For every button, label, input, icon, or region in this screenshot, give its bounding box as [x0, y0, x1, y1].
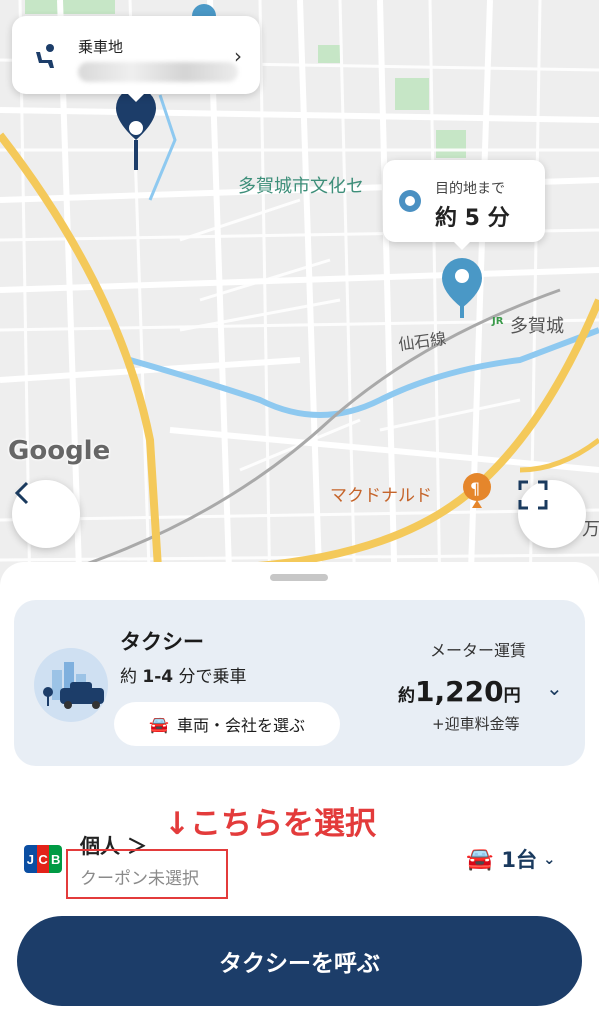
car-count-selector[interactable]: 🚘 1台 ⌄ [466, 844, 556, 874]
back-button[interactable] [12, 480, 80, 548]
card-pointer [126, 92, 146, 102]
annotation-text: ↓こちらを選択 [164, 806, 376, 842]
fullscreen-button[interactable] [518, 480, 586, 548]
destination-dot-icon [399, 190, 421, 212]
car-icon: 🚘 [149, 714, 169, 734]
map-label-culture-center: 多賀城市文化セ [238, 176, 364, 197]
car-icon: 🚘 [466, 846, 494, 872]
taxi-illustration-icon [34, 648, 108, 722]
chevron-down-icon: ⌄ [543, 850, 556, 868]
sheet-handle[interactable] [270, 574, 328, 581]
taxi-type-name: タクシー [120, 630, 204, 654]
destination-eta-label: 目的地まで [435, 181, 505, 197]
choose-vehicle-company-button[interactable]: 🚘 車両・会社を選ぶ [114, 702, 340, 746]
pickup-card[interactable]: 乗車地 › [12, 16, 260, 94]
jcb-card-icon: JCB [24, 845, 62, 873]
fare-label: メーター運賃 [430, 641, 527, 660]
map-label-station: 多賀城 [510, 316, 564, 337]
map-label-jr-badge: JR [492, 316, 504, 327]
svg-text:¶: ¶ [470, 479, 480, 498]
map-label-mcdonalds: マクドナルド [330, 486, 432, 506]
seat-icon [36, 44, 54, 68]
google-logo: Google [8, 436, 111, 466]
choose-vehicle-label: 車両・会社を選ぶ [176, 716, 305, 735]
call-taxi-button[interactable]: タクシーを呼ぶ [17, 916, 582, 1006]
destination-eta-card: 目的地まで 約 5 分 [383, 160, 545, 242]
expand-icon [518, 480, 548, 510]
fare-extra-fees: +迎車料金等 [432, 715, 520, 733]
card-pointer [452, 240, 472, 250]
destination-eta-value: 約 5 分 [435, 206, 510, 231]
coupon-selector[interactable]: クーポン未選択 [80, 864, 199, 889]
chevron-right-icon: › [234, 44, 242, 68]
fare-amount: 約1,220円 [398, 675, 521, 708]
chevron-down-icon[interactable]: ⌄ [546, 676, 563, 700]
pickup-address-blurred [78, 62, 238, 82]
pickup-label: 乗車地 [78, 38, 124, 56]
map-view[interactable]: ¶ 多賀城市文化セ 仙石線 JR 多賀城 マクドナルド 万 Google 乗車地… [0, 0, 599, 600]
chevron-left-icon [14, 481, 29, 505]
car-count-value: 1台 [501, 848, 538, 872]
taxi-eta: 約 1-4 分で乗車 [120, 667, 247, 687]
